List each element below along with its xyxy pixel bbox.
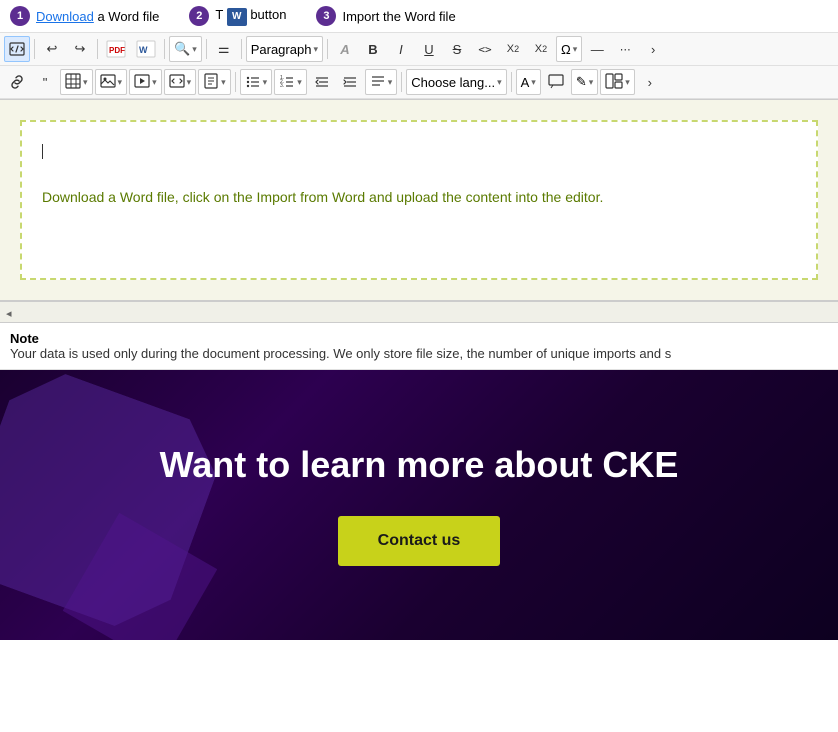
language-label: Choose lang... bbox=[411, 75, 495, 90]
bold-button[interactable]: B bbox=[360, 36, 386, 62]
media-dropdown[interactable]: ▾ bbox=[129, 69, 162, 95]
image-icon bbox=[100, 73, 116, 92]
source-view-dropdown[interactable]: ▾ bbox=[600, 69, 635, 95]
separator bbox=[241, 39, 242, 59]
media-icon bbox=[134, 73, 150, 92]
svg-text:PDF: PDF bbox=[109, 46, 125, 55]
indent-button[interactable] bbox=[337, 69, 363, 95]
cta-title: Want to learn more about CKE bbox=[160, 444, 679, 486]
text-cursor bbox=[42, 144, 43, 159]
code-button[interactable]: <> bbox=[472, 36, 498, 62]
comment-button[interactable] bbox=[543, 69, 569, 95]
step-1: 1 Download a Word file bbox=[10, 6, 159, 26]
separator bbox=[206, 39, 207, 59]
format-dropdown[interactable]: A ▾ bbox=[516, 69, 541, 95]
note-title: Note bbox=[10, 331, 828, 346]
contact-us-button[interactable]: Contact us bbox=[338, 516, 501, 566]
underline-button[interactable]: U bbox=[416, 36, 442, 62]
separator bbox=[327, 39, 328, 59]
image-dropdown[interactable]: ▾ bbox=[95, 69, 128, 95]
toolbar-row-2: " ▾ ▾ ▾ ▾ bbox=[0, 66, 838, 99]
list-bullet-dropdown[interactable]: ▾ bbox=[240, 69, 273, 95]
annotation-icon: ✎ bbox=[576, 74, 587, 90]
separator bbox=[511, 72, 512, 92]
separator bbox=[235, 72, 236, 92]
embed-dropdown[interactable]: ▾ bbox=[164, 69, 197, 95]
step-3-text: Import the Word file bbox=[342, 9, 455, 24]
separator bbox=[97, 39, 98, 59]
template-dropdown[interactable]: ▾ bbox=[198, 69, 231, 95]
editor-placeholder-text: Download a Word file, click on the Impor… bbox=[42, 189, 796, 205]
step-2-number: 2 bbox=[189, 6, 209, 26]
separator bbox=[401, 72, 402, 92]
list-numbered-dropdown[interactable]: 1.2.3. ▾ bbox=[274, 69, 307, 95]
source-view-icon bbox=[605, 73, 623, 92]
subscript-button[interactable]: X2 bbox=[500, 36, 526, 62]
step-1-number: 1 bbox=[10, 6, 30, 26]
download-link[interactable]: Download bbox=[36, 9, 94, 24]
language-dropdown[interactable]: Choose lang... ▾ bbox=[406, 69, 506, 95]
page-break-button[interactable]: ⋯ bbox=[612, 36, 638, 62]
redo-button[interactable]: ↪ bbox=[67, 36, 93, 62]
accessibility-button[interactable]: ⚌ bbox=[211, 36, 237, 62]
note-text: Your data is used only during the docume… bbox=[10, 346, 828, 361]
embed-icon bbox=[169, 73, 185, 92]
more2-button[interactable]: › bbox=[637, 69, 663, 95]
cta-banner: Want to learn more about CKE Contact us bbox=[0, 370, 838, 640]
step-3-number: 3 bbox=[316, 6, 336, 26]
toolbar: ↩ ↪ PDF W 🔍 ▾ ⚌ Paragraph ▾ A B I U S <>… bbox=[0, 33, 838, 100]
alignment-icon bbox=[370, 73, 386, 92]
paragraph-label: Paragraph bbox=[251, 42, 312, 57]
more-button[interactable]: › bbox=[640, 36, 666, 62]
link-button[interactable] bbox=[4, 69, 30, 95]
editor-content[interactable]: Download a Word file, click on the Impor… bbox=[20, 120, 818, 280]
source-mode-button[interactable] bbox=[4, 36, 30, 62]
steps-bar: 1 Download a Word file 2 T W button 3 Im… bbox=[0, 0, 838, 33]
find-icon: 🔍 bbox=[174, 41, 190, 57]
separator bbox=[34, 39, 35, 59]
annotation-dropdown[interactable]: ✎ ▾ bbox=[571, 69, 598, 95]
outdent-button[interactable] bbox=[309, 69, 335, 95]
undo-button[interactable]: ↩ bbox=[39, 36, 65, 62]
omega-icon: Ω bbox=[561, 42, 571, 57]
text-style-button[interactable]: A bbox=[332, 36, 358, 62]
blockquote-button[interactable]: " bbox=[32, 69, 58, 95]
template-icon bbox=[203, 73, 219, 92]
step-2: 2 T W button bbox=[189, 6, 286, 26]
step-2-text: T W button bbox=[215, 7, 286, 26]
table-icon bbox=[65, 73, 81, 92]
italic-button[interactable]: I bbox=[388, 36, 414, 62]
strikethrough-button[interactable]: S bbox=[444, 36, 470, 62]
find-replace-dropdown[interactable]: 🔍 ▾ bbox=[169, 36, 202, 62]
bullet-list-icon bbox=[245, 73, 261, 92]
import-word-button[interactable]: W bbox=[132, 36, 160, 62]
paragraph-style-dropdown[interactable]: Paragraph ▾ bbox=[246, 36, 323, 62]
scroll-bar-area: ◂ bbox=[0, 302, 838, 323]
word-icon: W bbox=[227, 8, 247, 26]
svg-text:W: W bbox=[139, 45, 148, 55]
note-section: Note Your data is used only during the d… bbox=[0, 323, 838, 370]
special-chars-dropdown[interactable]: Ω ▾ bbox=[556, 36, 582, 62]
scroll-arrow[interactable]: ◂ bbox=[6, 308, 12, 320]
format-icon: A bbox=[521, 75, 530, 90]
toolbar-row-1: ↩ ↪ PDF W 🔍 ▾ ⚌ Paragraph ▾ A B I U S <>… bbox=[0, 33, 838, 66]
export-pdf-button[interactable]: PDF bbox=[102, 36, 130, 62]
table-dropdown[interactable]: ▾ bbox=[60, 69, 93, 95]
numbered-list-icon: 1.2.3. bbox=[279, 73, 295, 92]
superscript-button[interactable]: X2 bbox=[528, 36, 554, 62]
svg-text:3.: 3. bbox=[280, 83, 284, 89]
step-3: 3 Import the Word file bbox=[316, 6, 455, 26]
horizontal-line-button[interactable]: — bbox=[584, 36, 610, 62]
step-1-text: Download a Word file bbox=[36, 9, 159, 24]
alignment-dropdown[interactable]: ▾ bbox=[365, 69, 398, 95]
separator bbox=[164, 39, 165, 59]
editor-wrapper: Download a Word file, click on the Impor… bbox=[0, 100, 838, 302]
